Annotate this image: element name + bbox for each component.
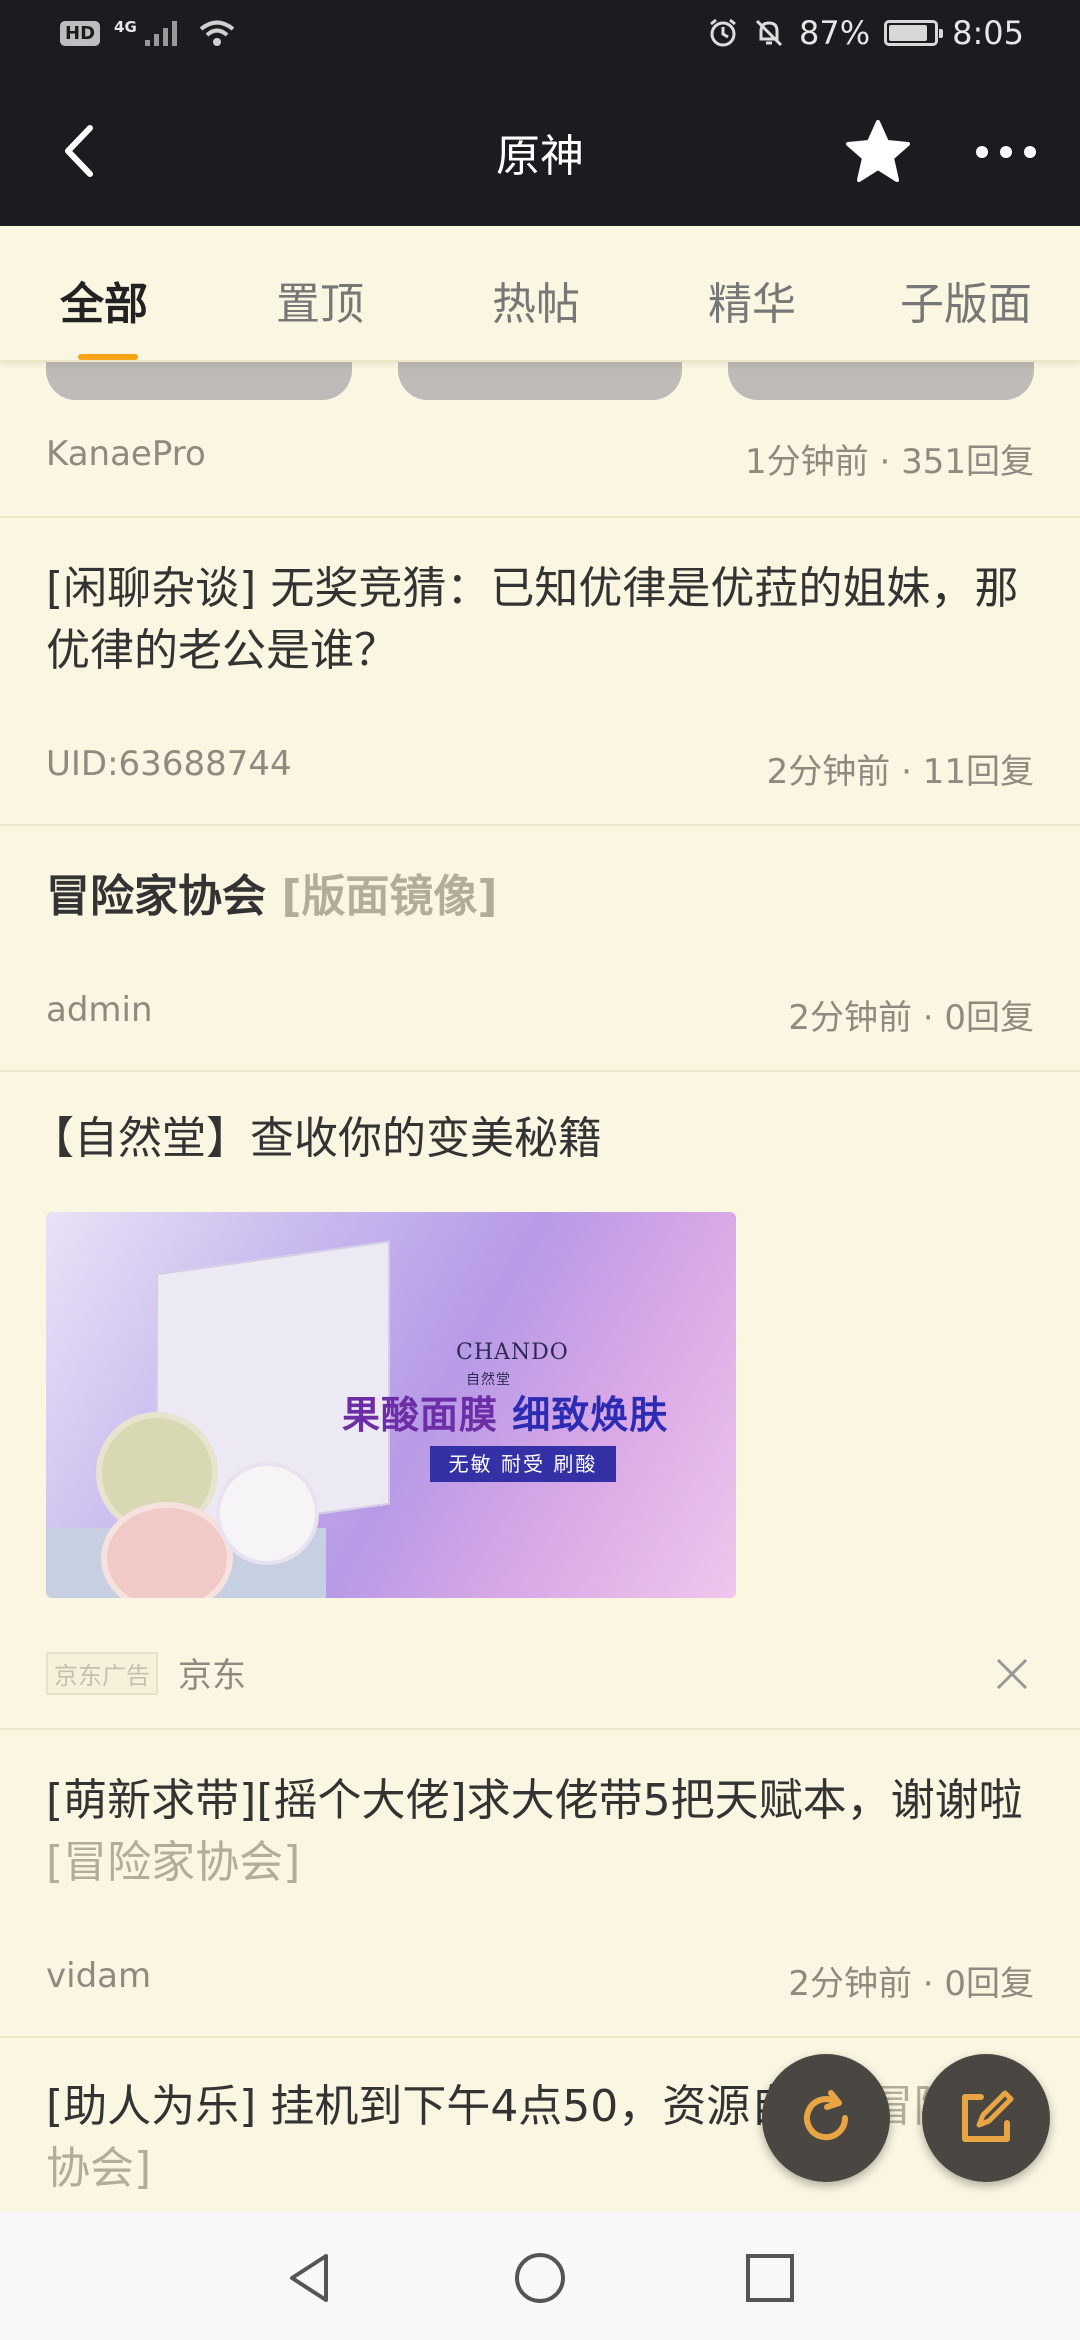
hd-badge: HD xyxy=(60,20,101,46)
post-item[interactable]: [萌新求带][摇个大佬]求大佬带5把天赋本，谢谢啦 [冒险家协会] vidam … xyxy=(0,1730,1080,2038)
compose-icon xyxy=(962,2090,1014,2142)
ad-headline-part2: 细致焕肤 xyxy=(512,1393,669,1437)
post-meta: 2分钟前 · 11回复 xyxy=(766,752,1034,792)
post-item[interactable]: [助人为乐] 挂机到下午4点50，资源自取 [冒险家协会] xyxy=(0,2038,1080,2238)
post-meta: 2分钟前 · 0回复 xyxy=(788,998,1034,1038)
ad-image[interactable]: CHANDO 自然堂 果酸面膜 细致焕肤 无敏 耐受 刷酸 xyxy=(46,1212,736,1598)
post-title-text: [萌新求带][摇个大佬]求大佬带5把天赋本，谢谢啦 xyxy=(46,1775,1023,1826)
app-header: 原神 xyxy=(0,76,1080,226)
post-author: KanaePro xyxy=(46,434,206,474)
nav-recents-icon[interactable] xyxy=(742,2250,798,2306)
ad-product-jar xyxy=(216,1462,319,1565)
nav-home-icon[interactable] xyxy=(512,2250,568,2306)
post-meta: 2分钟前 · 0回复 xyxy=(788,1964,1034,2004)
post-meta: 1分钟前 · 351回复 xyxy=(745,442,1034,482)
tab-pinned[interactable]: 置顶 xyxy=(276,268,364,332)
post-tag: [版面镜像] xyxy=(281,871,498,922)
ad-subline: 无敏 耐受 刷酸 xyxy=(430,1446,616,1482)
refresh-icon xyxy=(804,2090,849,2141)
post-title-text: [助人为乐] 挂机到下午4点50，资源自取 xyxy=(46,2081,839,2132)
post-title: 冒险家协会 [版面镜像] xyxy=(46,866,1034,928)
battery-percent: 87% xyxy=(799,14,871,52)
more-icon[interactable] xyxy=(968,114,1044,190)
star-icon[interactable] xyxy=(840,114,916,190)
network-type: 4G xyxy=(114,18,137,36)
post-author: UID:63688744 xyxy=(46,744,292,784)
wifi-icon xyxy=(199,20,235,46)
post-title: [闲聊杂谈] 无奖竞猜：已知优律是优菈的姐妹，那优律的老公是谁？ xyxy=(46,563,1019,676)
battery-fill xyxy=(889,25,928,41)
tab-all[interactable]: 全部 xyxy=(60,268,148,332)
post-item[interactable]: 冒险家协会 [版面镜像] admin 2分钟前 · 0回复 xyxy=(0,826,1080,1072)
ad-headline-part1: 果酸面膜 xyxy=(342,1393,499,1437)
close-icon[interactable] xyxy=(992,1654,1032,1694)
ad-title: 【自然堂】查收你的变美秘籍 xyxy=(30,1113,602,1164)
signal-icon xyxy=(144,21,177,46)
ad-item[interactable]: 【自然堂】查收你的变美秘籍 CHANDO 自然堂 果酸面膜 细致焕肤 无敏 耐受… xyxy=(0,1072,1080,1730)
tab-bar: 全部 置顶 热帖 精华 子版面 xyxy=(0,226,1080,362)
post-author: vidam xyxy=(46,1956,152,1996)
alarm-icon xyxy=(710,18,736,47)
post-item[interactable]: [闲聊杂谈] 无奖竞猜：已知优律是优菈的姐妹，那优律的老公是谁？ UID:636… xyxy=(0,518,1080,826)
refresh-button[interactable] xyxy=(762,2054,890,2182)
battery-icon xyxy=(884,20,944,46)
post-item[interactable]: KanaePro 1分钟前 · 351回复 xyxy=(0,360,1080,518)
ad-brand-en: CHANDO xyxy=(456,1340,569,1365)
ad-headline: 果酸面膜 细致焕肤 xyxy=(342,1384,668,1439)
compose-button[interactable] xyxy=(922,2054,1050,2182)
page-title: 原神 xyxy=(496,131,584,182)
post-title-text: 冒险家协会 xyxy=(46,871,266,922)
post-title: [萌新求带][摇个大佬]求大佬带5把天赋本，谢谢啦 [冒险家协会] xyxy=(46,1770,1034,1894)
status-bar: HD 4G 87% 8:05 xyxy=(0,0,1080,76)
tab-featured[interactable]: 精华 xyxy=(708,268,796,332)
system-nav-bar xyxy=(0,2212,1080,2340)
tab-active-indicator xyxy=(78,354,138,360)
ad-source: 京东 xyxy=(178,1656,246,1696)
ad-label: 京东广告 xyxy=(46,1652,158,1695)
tab-hot[interactable]: 热帖 xyxy=(492,268,580,332)
tab-subforums[interactable]: 子版面 xyxy=(900,268,1032,332)
post-author: admin xyxy=(46,990,153,1030)
post-tag: [冒险家协会] xyxy=(46,1837,301,1888)
nav-back-icon[interactable] xyxy=(282,2250,338,2306)
clock: 8:05 xyxy=(952,14,1024,52)
mute-icon xyxy=(755,19,783,47)
ad-brand: CHANDO 自然堂 xyxy=(456,1340,569,1390)
